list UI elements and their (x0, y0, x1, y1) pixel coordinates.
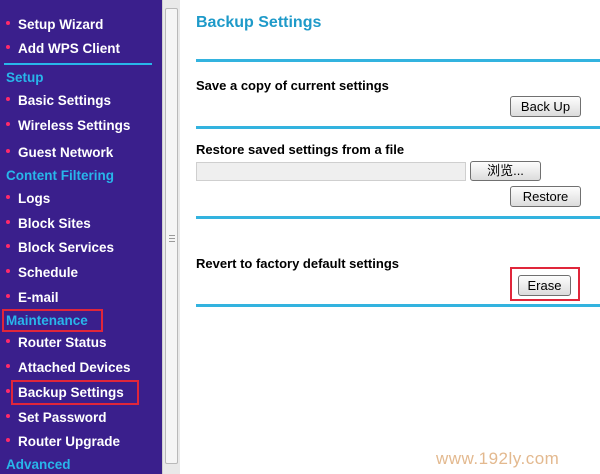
sidebar-item-router-status[interactable]: Router Status (6, 333, 107, 353)
bullet-icon (6, 21, 10, 26)
restore-label: Restore saved settings from a file (196, 142, 405, 157)
backup-label: Save a copy of current settings (196, 78, 389, 93)
grip-line (169, 238, 175, 239)
main-content: Backup Settings Save a copy of current s… (181, 0, 600, 474)
page-title: Backup Settings (196, 14, 322, 31)
sidebar-nav: Setup Wizard Add WPS Client Setup Basic … (0, 0, 162, 474)
bullet-icon (6, 438, 10, 443)
bullet-icon (6, 244, 10, 249)
bullet-icon (6, 339, 10, 344)
bullet-icon (6, 97, 10, 102)
bullet-icon (6, 149, 10, 154)
section-divider (196, 126, 600, 129)
sidebar-item-set-password[interactable]: Set Password (6, 408, 107, 428)
section-header-advanced[interactable]: Advanced (6, 456, 71, 474)
bullet-icon (6, 294, 10, 299)
grip-line (169, 241, 175, 242)
watermark-text: www.192ly.com (436, 449, 560, 468)
sidebar-item-guest-network[interactable]: Guest Network (6, 143, 113, 163)
sidebar-item-block-services[interactable]: Block Services (6, 238, 114, 258)
bullet-icon (6, 389, 10, 394)
bullet-icon (6, 220, 10, 225)
section-header-maintenance[interactable]: Maintenance (6, 312, 88, 330)
sidebar-item-setup-wizard[interactable]: Setup Wizard (6, 15, 103, 35)
sidebar-scrollbar[interactable] (162, 0, 180, 474)
erase-button[interactable]: Erase (518, 275, 571, 296)
sidebar-item-wireless-settings[interactable]: Wireless Settings (6, 116, 130, 136)
section-divider (196, 216, 600, 219)
back-up-button[interactable]: Back Up (510, 96, 581, 117)
sidebar-item-email[interactable]: E-mail (6, 288, 59, 308)
sidebar-item-basic-settings[interactable]: Basic Settings (6, 91, 111, 111)
section-header-setup[interactable]: Setup (6, 69, 44, 87)
scrollbar-thumb[interactable] (165, 8, 178, 464)
bullet-icon (6, 195, 10, 200)
sidebar-item-block-sites[interactable]: Block Sites (6, 214, 91, 234)
bullet-icon (6, 269, 10, 274)
sidebar-item-schedule[interactable]: Schedule (6, 263, 78, 283)
grip-line (169, 235, 175, 236)
bullet-icon (6, 45, 10, 50)
section-divider (4, 63, 152, 65)
section-header-content-filtering[interactable]: Content Filtering (6, 167, 114, 185)
restore-button[interactable]: Restore (510, 186, 581, 207)
bullet-icon (6, 414, 10, 419)
restore-file-input[interactable] (196, 162, 466, 181)
sidebar-item-backup-settings[interactable]: Backup Settings (6, 383, 124, 403)
sidebar-item-router-upgrade[interactable]: Router Upgrade (6, 432, 120, 452)
bullet-icon (6, 364, 10, 369)
erase-label: Revert to factory default settings (196, 256, 399, 271)
sidebar-item-add-wps-client[interactable]: Add WPS Client (6, 39, 120, 59)
browse-button[interactable]: 浏览... (470, 161, 541, 181)
sidebar-item-logs[interactable]: Logs (6, 189, 50, 209)
sidebar-item-attached-devices[interactable]: Attached Devices (6, 358, 131, 378)
section-divider (196, 59, 600, 62)
bullet-icon (6, 122, 10, 127)
section-divider (196, 304, 600, 307)
